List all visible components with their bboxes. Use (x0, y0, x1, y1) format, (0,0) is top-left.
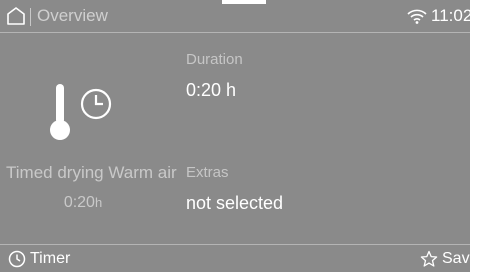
page-title: Overview (37, 6, 108, 25)
star-icon (420, 250, 438, 267)
save-label: Save (442, 250, 470, 267)
program-duration: 0:20h (0, 192, 166, 214)
save-button[interactable]: Save (420, 248, 470, 270)
appliance-screen: Overview 11:02 Timed drying Warm air 0:2… (0, 0, 470, 272)
wifi-icon (407, 8, 427, 29)
top-indicator (222, 0, 266, 4)
program-name: Timed drying Warm air (6, 163, 177, 182)
extras-label: Extras (186, 164, 229, 181)
duration-label: Duration (186, 51, 243, 68)
clock: 11:02 (431, 6, 470, 25)
header-divider (0, 32, 470, 33)
program-duration-value: 0:20 (63, 194, 95, 211)
timer-label: Timer (30, 250, 71, 267)
status-bar: Overview 11:02 (0, 0, 470, 32)
timer-button[interactable]: Timer (8, 248, 70, 270)
title-separator (30, 8, 31, 26)
clock-icon (8, 250, 26, 268)
footer-divider (0, 244, 470, 245)
extras-value[interactable]: not selected (186, 192, 283, 214)
program-duration-unit: h (94, 195, 103, 210)
home-icon[interactable] (6, 6, 26, 31)
thermometer-clock-icon (48, 82, 118, 147)
duration-value[interactable]: 0:20 h (186, 79, 236, 101)
